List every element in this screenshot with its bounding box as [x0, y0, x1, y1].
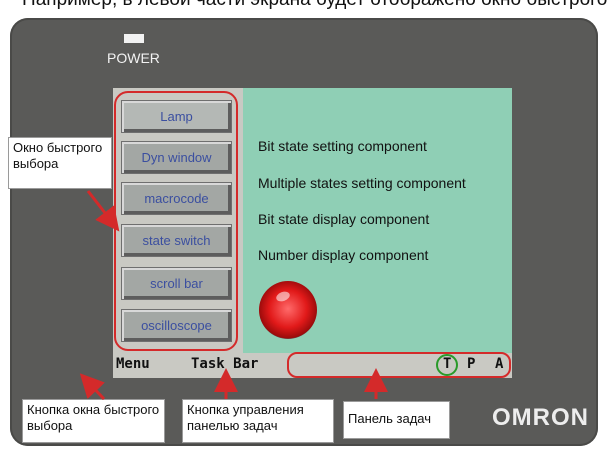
- callout-arrows: [79, 190, 388, 401]
- arrow-quick-window: [86, 190, 120, 232]
- arrow-quick-button: [79, 373, 106, 401]
